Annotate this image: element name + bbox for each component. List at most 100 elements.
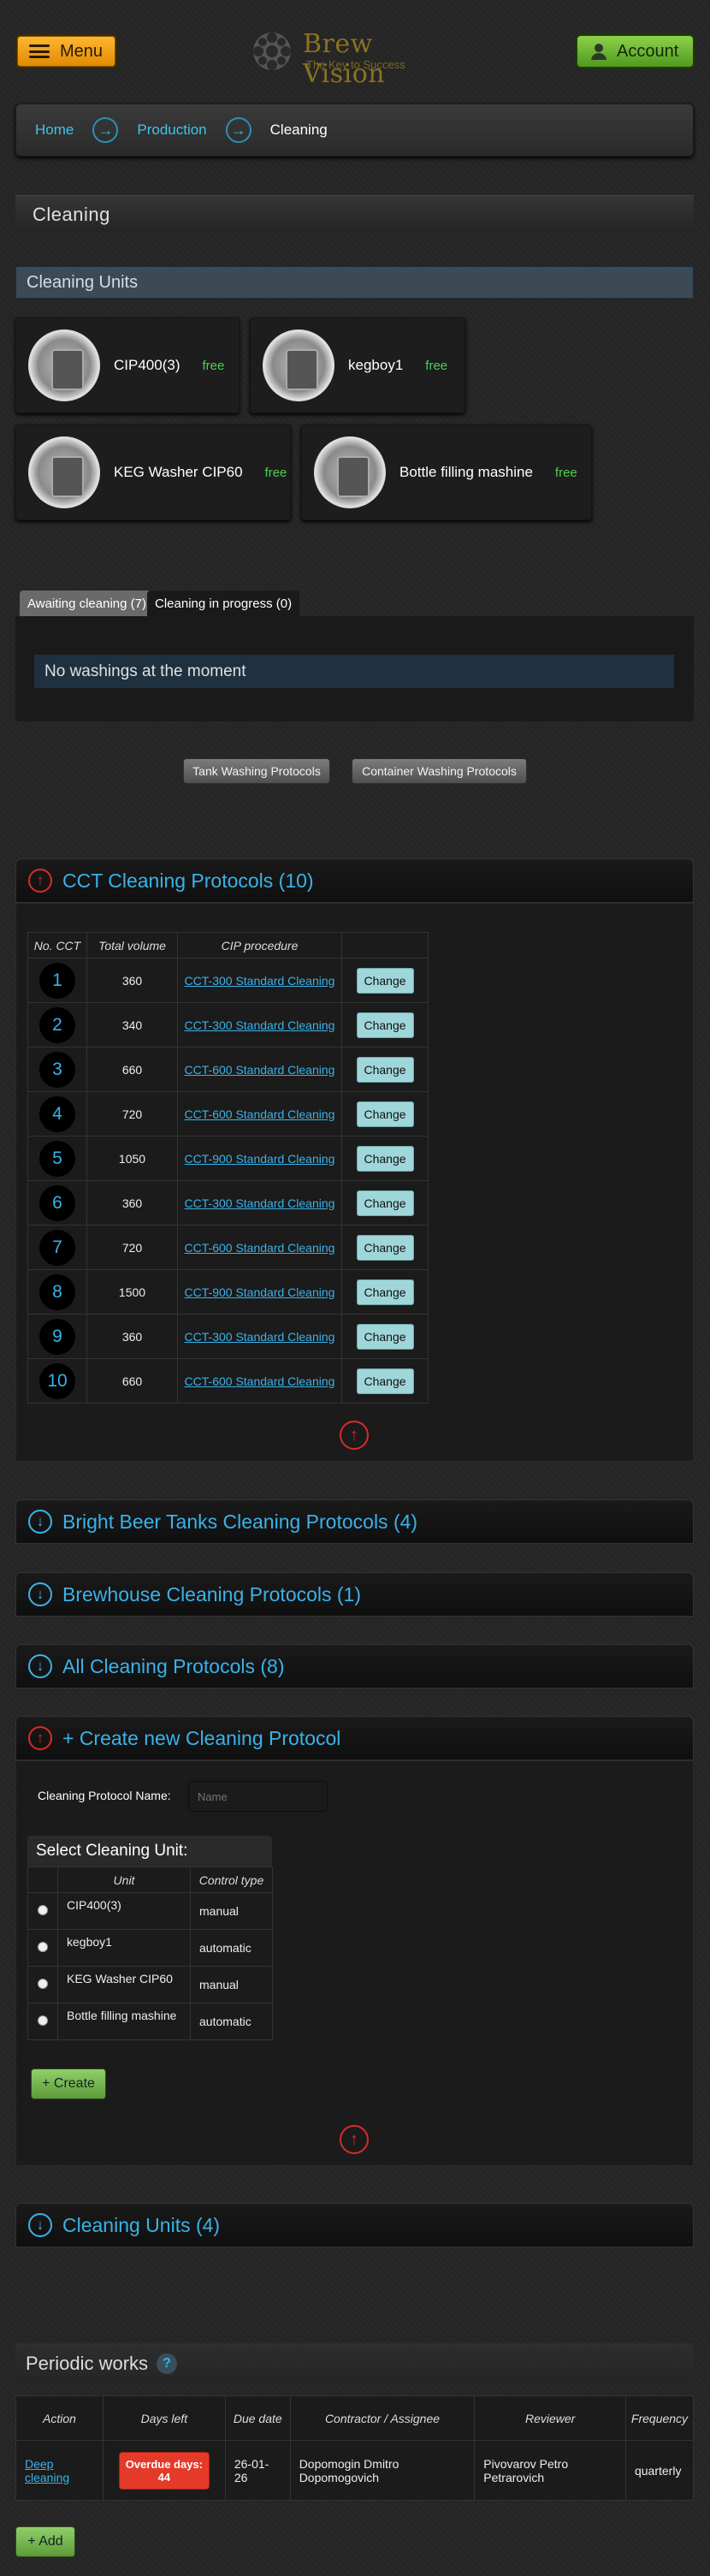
logo[interactable]: Brew Vision The Key to Success [246, 26, 452, 89]
container-washing-protocols-button[interactable]: Container Washing Protocols [352, 758, 527, 784]
unit-card-bottle-filling[interactable]: Bottle filling mashine free [301, 424, 592, 520]
cct-procedure-cell: CCT-300 Standard Cleaning [177, 1180, 342, 1226]
cct-number-cell: 2 [27, 1002, 87, 1048]
col-total-volume: Total volume [86, 932, 178, 959]
change-button[interactable]: Change [356, 1190, 414, 1216]
col-actions [341, 932, 429, 959]
unit-radio[interactable] [38, 1905, 48, 1915]
unit-card-cip400[interactable]: CIP400(3) free [15, 318, 240, 413]
cct-number-cell: 10 [27, 1358, 87, 1404]
change-button[interactable]: Change [356, 1012, 414, 1038]
account-button[interactable]: Account [576, 34, 695, 68]
tab-awaiting-cleaning[interactable]: Awaiting cleaning (7) [20, 591, 154, 616]
unit-status: free [264, 465, 287, 480]
menu-button[interactable]: Menu [15, 34, 117, 68]
cip-procedure-link[interactable]: CCT-300 Standard Cleaning [185, 1330, 335, 1344]
cct-volume-cell: 720 [86, 1091, 178, 1137]
cct-number-cell: 6 [27, 1180, 87, 1226]
unit-card-keg-washer[interactable]: KEG Washer CIP60 free [15, 424, 291, 520]
cleaning-units-section-title: Cleaning Units (4) [62, 2213, 221, 2236]
add-button[interactable]: + Add [15, 2526, 75, 2557]
change-button[interactable]: Change [356, 1056, 414, 1083]
change-button[interactable]: Change [356, 967, 414, 994]
cip-procedure-link[interactable]: CCT-600 Standard Cleaning [185, 1374, 335, 1388]
breadcrumb-current: Cleaning [269, 122, 328, 138]
no-washings-message: No washings at the moment [34, 655, 674, 688]
cct-number-cell: 3 [27, 1047, 87, 1092]
cct-section-title: CCT Cleaning Protocols (10) [62, 869, 314, 892]
table-row: 4 720 CCT-600 Standard Cleaning Change [27, 1091, 429, 1137]
cct-number: 3 [39, 1051, 75, 1088]
cip-procedure-link[interactable]: CCT-600 Standard Cleaning [185, 1063, 335, 1077]
radio-cell [27, 1966, 58, 2003]
create-button[interactable]: + Create [31, 2069, 106, 2099]
unit-radio[interactable] [38, 1979, 48, 1989]
cip-procedure-link[interactable]: CCT-300 Standard Cleaning [185, 1196, 335, 1210]
tab-cleaning-in-progress[interactable]: Cleaning in progress (0) [147, 591, 300, 616]
periodic-works-title: Periodic works [26, 2353, 149, 2374]
cleaning-units-section-header[interactable]: ↓ Cleaning Units (4) [15, 2203, 694, 2247]
table-row: 1 360 CCT-300 Standard Cleaning Change [27, 958, 429, 1003]
unit-image [263, 329, 334, 401]
cct-number-cell: 8 [27, 1269, 87, 1315]
cip-procedure-link[interactable]: CCT-600 Standard Cleaning [185, 1107, 335, 1121]
table-row: Bottle filling mashine automatic [27, 2003, 273, 2040]
radio-cell [27, 1929, 58, 1967]
collapse-up-icon[interactable]: ↑ [340, 1421, 369, 1450]
col-reviewer: Reviewer [474, 2395, 626, 2441]
cct-section-header[interactable]: ↑ CCT Cleaning Protocols (10) [15, 858, 694, 903]
breadcrumb-production[interactable]: Production [137, 122, 206, 139]
cct-number: 7 [39, 1229, 75, 1266]
bright-beer-section-header[interactable]: ↓ Bright Beer Tanks Cleaning Protocols (… [15, 1499, 694, 1544]
arrow-right-circle-icon: → [92, 117, 119, 143]
overdue-label: Overdue days: [125, 2457, 204, 2471]
radio-cell [27, 2003, 58, 2040]
change-button[interactable]: Change [356, 1368, 414, 1394]
unit-cell: CIP400(3) [57, 1892, 191, 1930]
col-contractor: Contractor / Assignee [289, 2395, 476, 2441]
protocol-name-input[interactable] [188, 1781, 328, 1812]
frequency-cell: quarterly [624, 2440, 695, 2501]
cct-procedure-cell: CCT-900 Standard Cleaning [177, 1136, 342, 1181]
help-icon[interactable]: ? [157, 2353, 178, 2374]
breadcrumb-home[interactable]: Home [35, 122, 74, 139]
cct-procedure-cell: CCT-600 Standard Cleaning [177, 1358, 342, 1404]
table-row: kegboy1 automatic [27, 1929, 273, 1967]
unit-status: free [554, 465, 577, 480]
cct-number: 8 [39, 1273, 75, 1310]
cct-volume-cell: 1050 [86, 1136, 178, 1181]
cct-number: 4 [39, 1095, 75, 1132]
change-button[interactable]: Change [356, 1279, 414, 1305]
cct-action-cell: Change [341, 1091, 429, 1137]
change-button[interactable]: Change [356, 1145, 414, 1172]
brewhouse-section-header[interactable]: ↓ Brewhouse Cleaning Protocols (1) [15, 1572, 694, 1617]
col-cip-procedure: CIP procedure [177, 932, 342, 959]
change-button[interactable]: Change [356, 1323, 414, 1350]
create-protocol-section-header[interactable]: ↑ + Create new Cleaning Protocol [15, 1716, 694, 1760]
action-link[interactable]: Deep cleaning [25, 2457, 69, 2484]
unit-radio[interactable] [38, 1942, 48, 1952]
cct-number: 2 [39, 1006, 75, 1043]
cip-procedure-link[interactable]: CCT-300 Standard Cleaning [185, 1018, 335, 1032]
control-type-cell: automatic [190, 1929, 273, 1967]
cip-procedure-link[interactable]: CCT-900 Standard Cleaning [185, 1285, 335, 1299]
tank-washing-protocols-button[interactable]: Tank Washing Protocols [183, 758, 330, 784]
arrow-down-circle-icon: ↓ [28, 1582, 52, 1606]
table-row: 7 720 CCT-600 Standard Cleaning Change [27, 1225, 429, 1270]
col-days-left: Days left [102, 2395, 226, 2441]
cct-volume-cell: 660 [86, 1358, 178, 1404]
unit-status: free [202, 358, 225, 373]
all-protocols-section-header[interactable]: ↓ All Cleaning Protocols (8) [15, 1644, 694, 1689]
unit-card-kegboy1[interactable]: kegboy1 free [250, 318, 465, 413]
unit-radio[interactable] [38, 2015, 48, 2026]
collapse-up-icon[interactable]: ↑ [340, 2125, 369, 2154]
cct-action-cell: Change [341, 1180, 429, 1226]
cip-procedure-link[interactable]: CCT-600 Standard Cleaning [185, 1241, 335, 1255]
change-button[interactable]: Change [356, 1101, 414, 1127]
cip-procedure-link[interactable]: CCT-300 Standard Cleaning [185, 974, 335, 988]
unit-cell: Bottle filling mashine [57, 2003, 191, 2040]
change-button[interactable]: Change [356, 1234, 414, 1261]
unit-name: CIP400(3) [114, 357, 180, 373]
cip-procedure-link[interactable]: CCT-900 Standard Cleaning [185, 1152, 335, 1166]
cct-procedure-cell: CCT-300 Standard Cleaning [177, 1002, 342, 1048]
